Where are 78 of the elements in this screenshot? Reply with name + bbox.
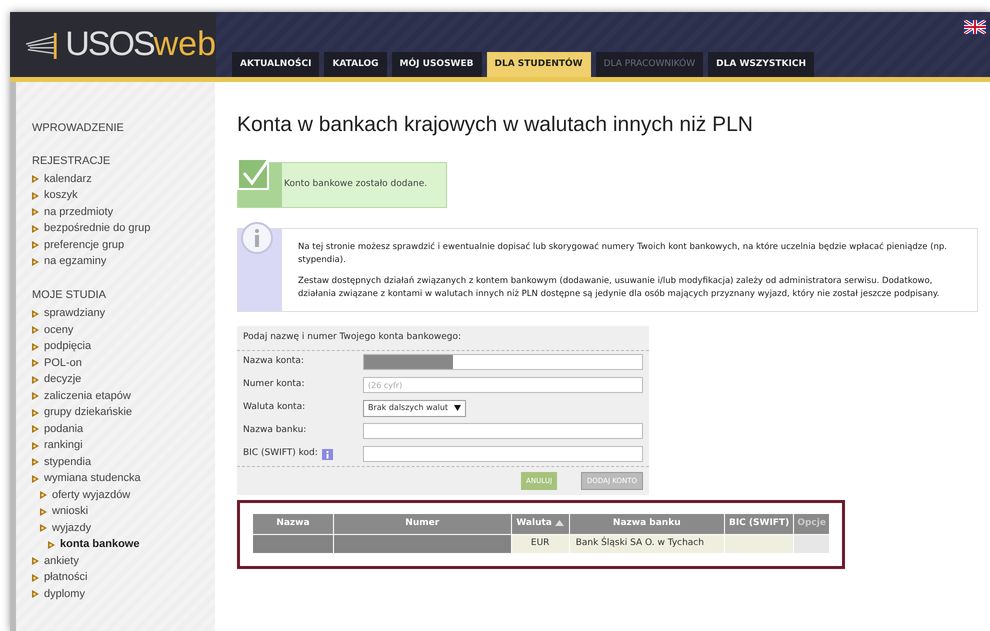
nav-tab[interactable]: AKTUALNOŚCI — [232, 52, 320, 77]
sidebar-item[interactable]: ankiety — [32, 554, 79, 568]
caret-icon — [454, 405, 462, 412]
currency-select[interactable]: Brak dalszych walut — [363, 400, 466, 417]
bullet-icon — [32, 208, 39, 216]
info-icon[interactable] — [322, 448, 333, 460]
sidebar-item[interactable]: na przedmioty — [32, 206, 114, 218]
bullet-icon — [32, 310, 39, 318]
sidebar-item[interactable]: wnioski — [40, 505, 88, 518]
table-cell: Bank Śląski SA O. w Tychach — [570, 534, 724, 553]
field-label: Waluta konta: — [243, 401, 306, 414]
sidebar-section-title[interactable]: MOJE STUDIA — [32, 287, 215, 304]
sidebar-item[interactable]: wyjazdy — [40, 522, 92, 534]
bullet-icon — [32, 326, 39, 334]
sidebar-item[interactable]: na egzaminy — [32, 255, 106, 268]
sidebar-item[interactable]: zaliczenia etapów — [32, 390, 131, 402]
field-label: Nazwa konta: — [243, 355, 304, 368]
sidebar-item[interactable]: dyplomy — [32, 588, 85, 600]
sidebar-section-title[interactable]: WPROWADZENIE — [32, 120, 215, 136]
sidebar-item[interactable]: kalendarz — [32, 172, 92, 186]
sidebar-item[interactable]: oferty wyjazdów — [40, 488, 130, 502]
bullet-icon — [32, 590, 39, 598]
bullet-icon — [32, 408, 39, 416]
table-cell: EUR — [512, 534, 569, 553]
sidebar-item[interactable]: wymiana studencka — [32, 472, 141, 485]
nav-tab[interactable]: DLA STUDENTÓW — [486, 52, 591, 77]
info-text: Na tej stronie możesz sprawdzić i ewentualnie dopisać lub skorygować numery Twoich kont bankowych, na które uczelnia będzie wpłacać pieniądze (np. stypendia). — [298, 241, 948, 268]
bullet-icon — [32, 458, 39, 466]
sidebar-item[interactable]: podpięcia — [32, 340, 92, 353]
bullet-icon — [32, 342, 39, 350]
sort-icon — [555, 520, 564, 526]
field-label: Nazwa banku: — [243, 424, 306, 438]
bullet-icon — [40, 524, 47, 532]
sidebar-item[interactable]: stypendia — [32, 456, 92, 468]
sidebar-item[interactable]: oceny — [32, 324, 74, 336]
bullet-icon — [32, 359, 39, 367]
bullet-icon — [32, 376, 39, 384]
sidebar-item[interactable]: POL-on — [32, 356, 82, 370]
bullet-icon — [32, 574, 39, 582]
bullet-icon — [32, 175, 39, 183]
input-field[interactable] — [363, 423, 643, 440]
info-text: Zestaw dostępnych działań związanych z kontem bankowym (dodawanie, usuwanie i/lub modyfikacja) zależy od administratora serwisu. Dodatkowo, działania związane z kontami w walutach innych niż PLN dostępne są jedynie dla osób mających przyznany wyjazd, który nie został jeszcze podpisany. — [298, 275, 940, 302]
field-label: Numer konta: — [243, 378, 304, 392]
sidebar-item[interactable]: konta bankowe — [48, 538, 140, 551]
page-title: Konta w bankach krajowych w walutach innych niż PLN — [237, 112, 754, 138]
bullet-icon — [32, 258, 39, 266]
sidebar-item[interactable]: koszyk — [32, 189, 78, 202]
nav-tab[interactable]: MÓJ USOSWEB — [392, 52, 482, 77]
bullet-icon — [48, 540, 55, 548]
input-field[interactable] — [363, 354, 643, 370]
bullet-icon — [40, 491, 47, 499]
sidebar-item[interactable]: płatności — [32, 571, 88, 584]
bullet-icon — [32, 192, 39, 200]
bullet-icon — [32, 425, 39, 433]
field-label: BIC (SWIFT) kod: — [243, 447, 318, 460]
bullet-icon — [40, 508, 47, 516]
bullet-icon — [32, 241, 39, 249]
input-field[interactable]: (26 cyfr) — [363, 377, 643, 394]
bullet-icon — [32, 557, 39, 565]
sidebar-item[interactable]: sprawdziany — [32, 307, 106, 320]
sidebar-item[interactable]: decyzje — [32, 373, 82, 386]
sidebar-section-title[interactable]: REJESTRACJE — [32, 152, 215, 169]
sidebar-item[interactable]: podania — [32, 422, 84, 436]
bullet-icon — [32, 392, 39, 400]
success-message: Konto bankowe zostało dodane. — [284, 178, 428, 192]
nav-tab[interactable]: DLA WSZYSTKICH — [708, 52, 814, 77]
nav-tab[interactable]: KATALOG — [324, 52, 387, 77]
sidebar-item[interactable]: preferencje grup — [32, 238, 124, 252]
sidebar-item[interactable]: grupy dziekańskie — [32, 406, 132, 419]
sidebar-item[interactable]: rankingi — [32, 439, 83, 452]
flag-icon[interactable] — [964, 20, 986, 34]
form-heading: Podaj nazwę i numer Twojego konta bankowego: — [237, 326, 649, 351]
input-field[interactable] — [363, 446, 643, 462]
bullet-icon — [32, 442, 39, 450]
sidebar-item[interactable]: bezpośrednie do grup — [32, 222, 150, 235]
info-icon — [240, 221, 274, 256]
bullet-icon — [32, 474, 39, 482]
bullet-icon — [32, 224, 39, 232]
